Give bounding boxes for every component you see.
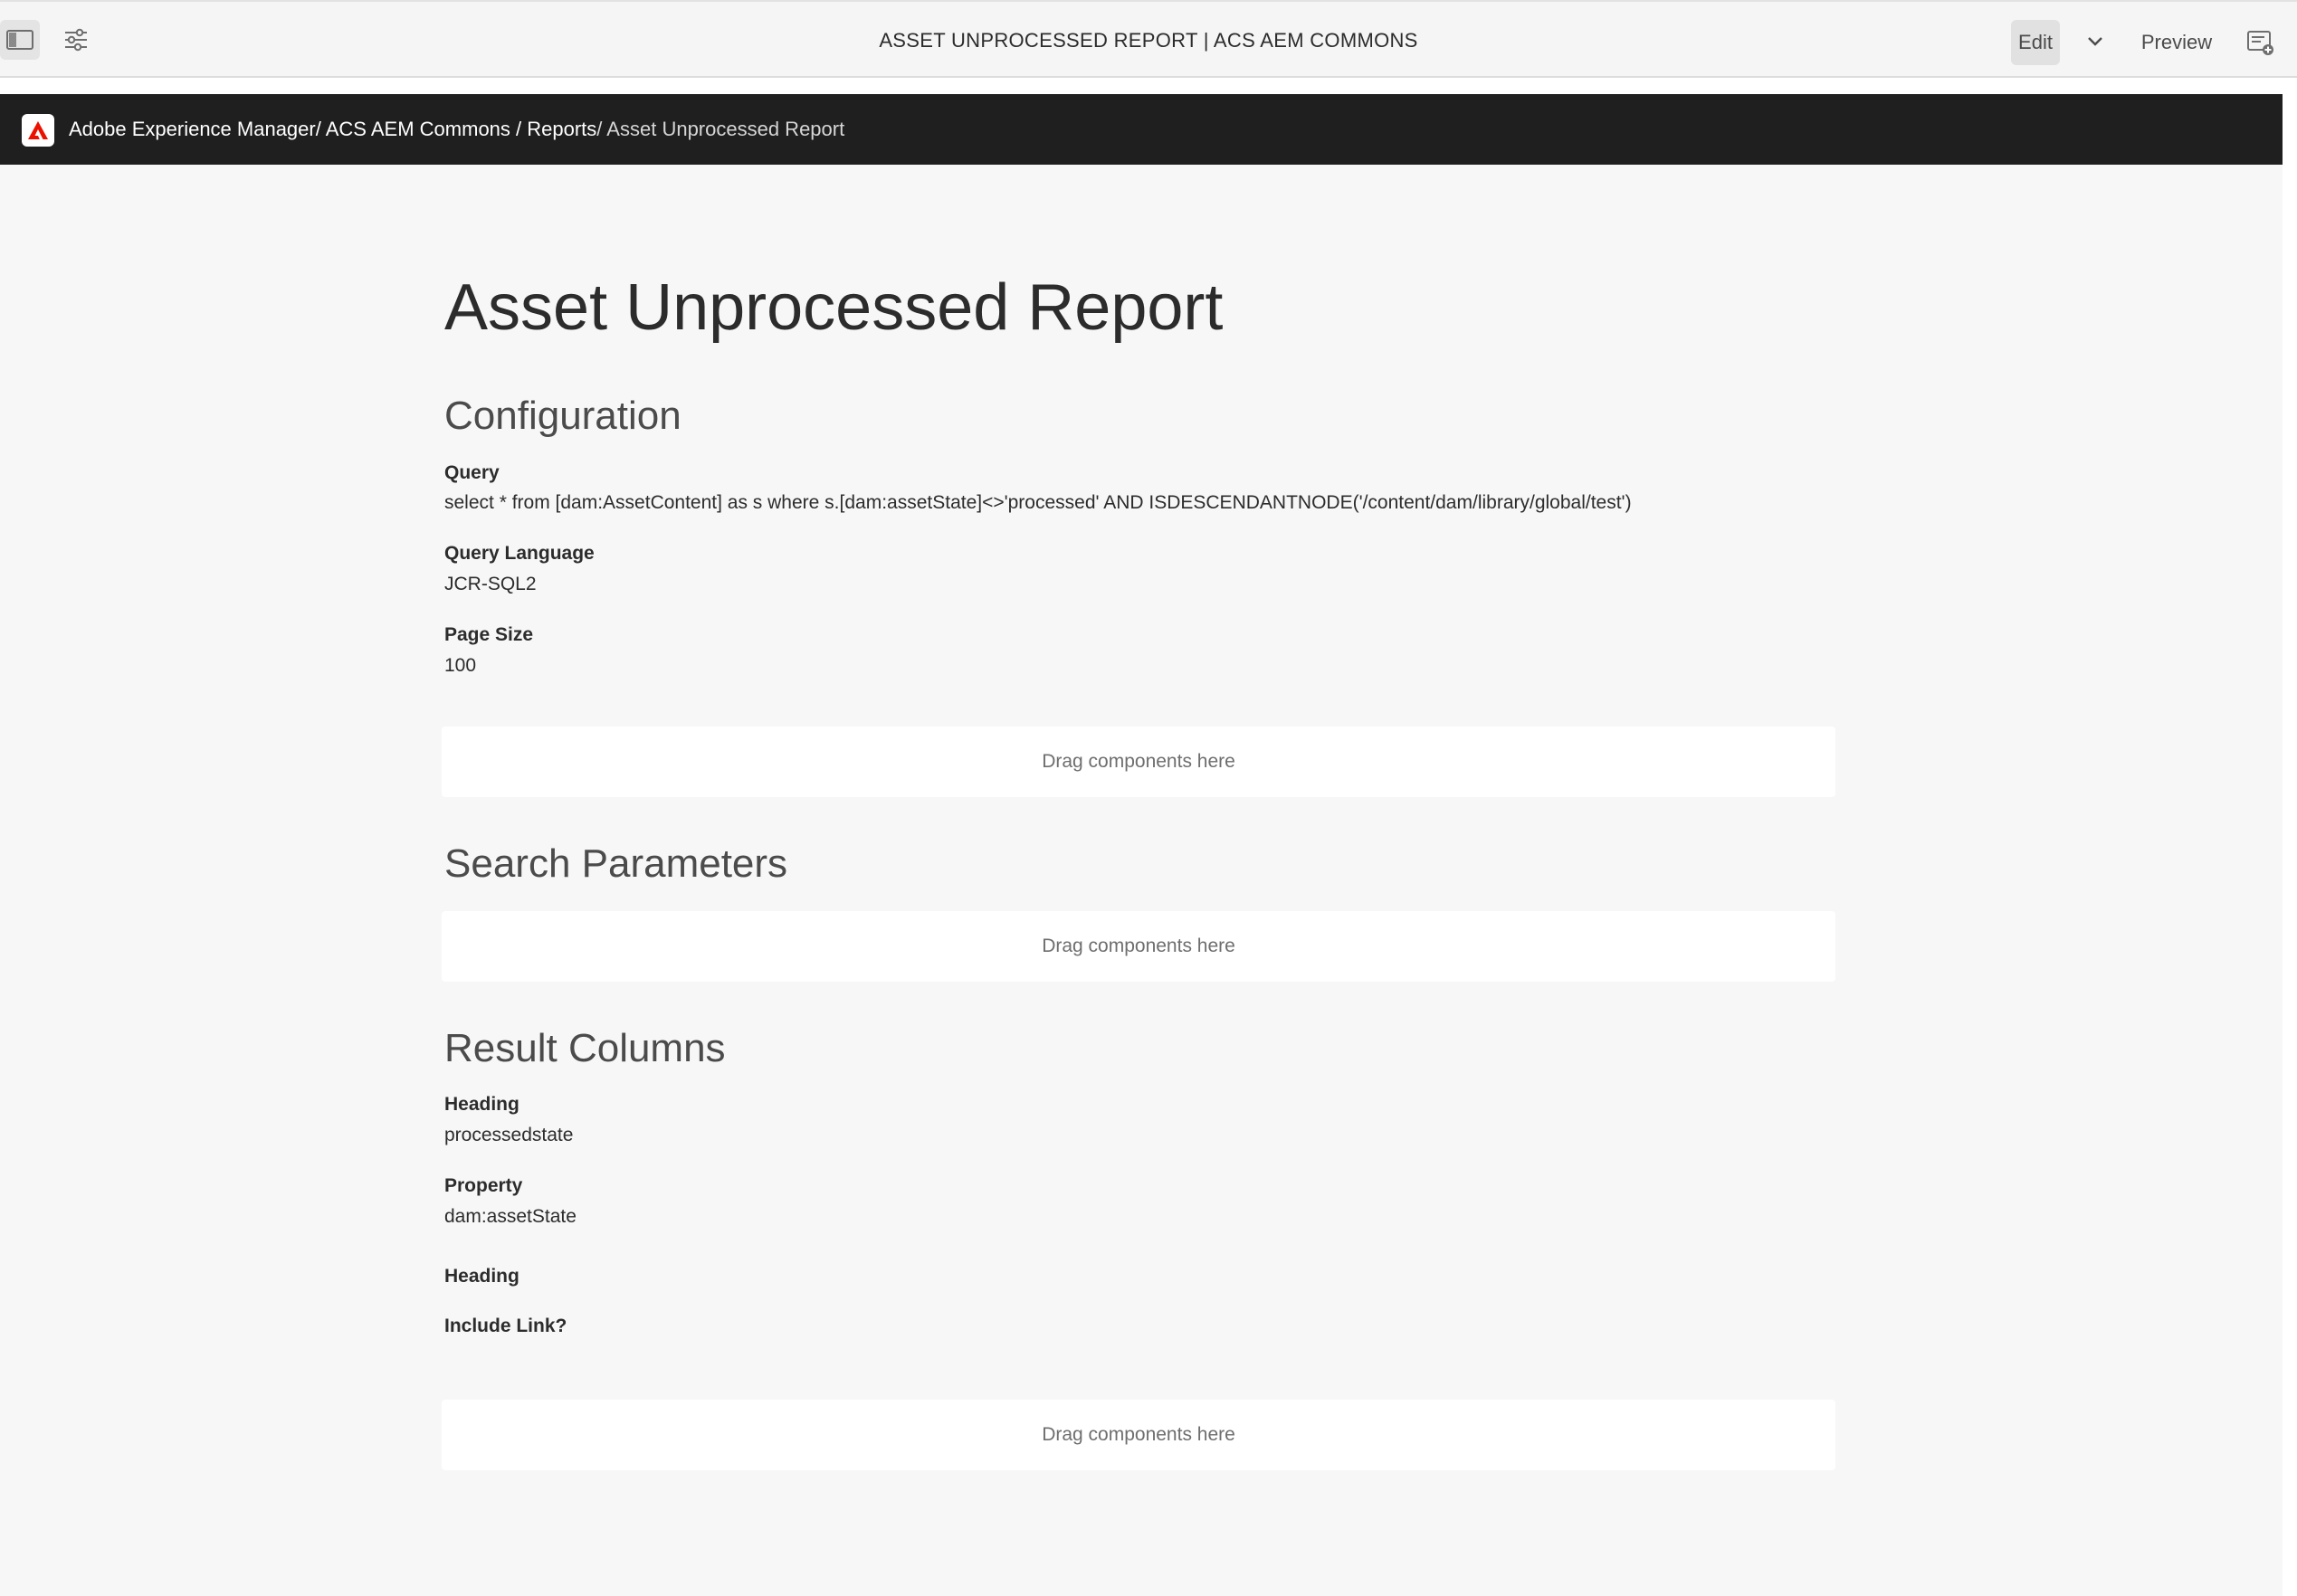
page-title: ASSET UNPROCESSED REPORT | ACS AEM COMMO… [879,29,1418,52]
page-size-label: Page Size [444,624,534,645]
breadcrumb-current: / Asset Unprocessed Report [596,118,845,140]
aem-header: Adobe Experience Manager/ ACS AEM Common… [0,94,2283,165]
column-heading-label: Heading [444,1094,519,1115]
page-size-value: 100 [444,655,477,676]
page-frame: Adobe Experience Manager/ ACS AEM Common… [0,94,2283,1596]
mode-selector-button[interactable] [2082,25,2109,58]
breadcrumb-reports[interactable]: / Reports [510,118,596,140]
annotation-icon [2247,31,2273,55]
breadcrumb-aem[interactable]: Adobe Experience Manager [69,118,316,140]
scrollbar-track[interactable] [2283,94,2297,1596]
search-parameters-title: Search Parameters [444,841,788,886]
search-parameters-dropzone[interactable]: Drag components here [442,911,1835,982]
report-title: Asset Unprocessed Report [444,271,1224,344]
chevron-down-icon [2088,37,2102,46]
editor-toolbar: ASSET UNPROCESSED REPORT | ACS AEM COMMO… [0,0,2297,78]
breadcrumb-acs-aem-commons[interactable]: / ACS AEM Commons [316,118,510,140]
result-columns-title: Result Columns [444,1026,726,1070]
query-language-label: Query Language [444,543,595,564]
query-value: select * from [dam:AssetContent] as s wh… [444,492,1632,513]
configuration-title: Configuration [444,394,681,438]
column-heading-value: processedstate [444,1125,574,1145]
preview-button[interactable]: Preview [2136,20,2217,65]
column-property-label: Property [444,1175,523,1196]
column-heading-label-2: Heading [444,1266,519,1287]
query-label: Query [444,462,500,483]
configuration-dropzone[interactable]: Drag components here [442,727,1835,797]
result-columns-dropzone[interactable]: Drag components here [442,1400,1835,1470]
edit-mode-button[interactable]: Edit [2011,20,2060,65]
adobe-logo[interactable] [22,114,54,147]
adobe-logo-icon [28,121,48,139]
column-property-value: dam:assetState [444,1206,577,1227]
query-language-value: JCR-SQL2 [444,574,537,594]
breadcrumb: Adobe Experience Manager/ ACS AEM Common… [69,118,844,141]
annotate-button[interactable] [2241,24,2281,63]
include-link-label: Include Link? [444,1316,567,1336]
